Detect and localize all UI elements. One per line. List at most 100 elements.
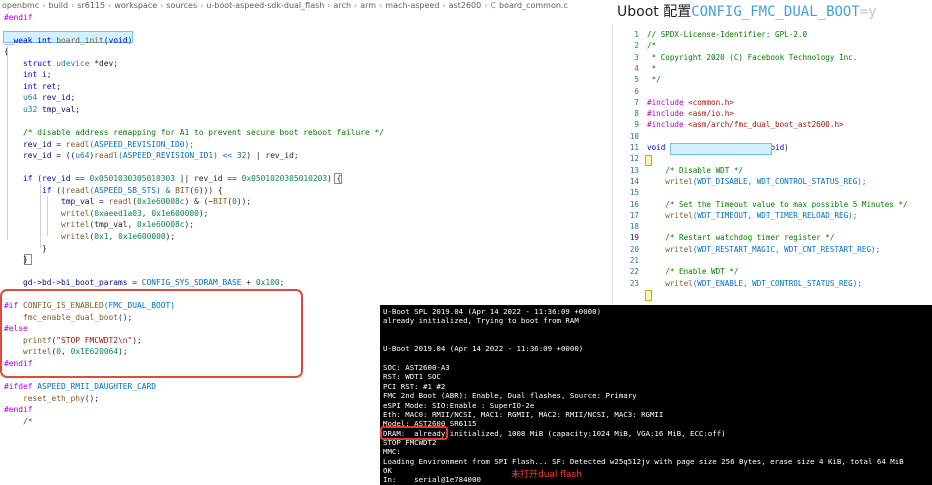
bracket-match-marker: [645, 155, 652, 166]
console-line: Eth: MAC0: RMII/NCSI, MAC1: RGMII, MAC2:…: [383, 409, 664, 419]
code-line: * Copyright 2020 (C) Facebook Technology…: [647, 52, 858, 63]
code-token: 0x1: [94, 231, 109, 241]
console-line: U-Boot 2019.04 (Apr 14 2022 - 11:36:09 +…: [383, 344, 584, 354]
code-token: void: [647, 143, 670, 152]
console-line: already initialized, Trying to boot from…: [383, 316, 579, 326]
code-token: if: [4, 174, 38, 184]
code-token: ;: [279, 278, 285, 288]
code-token: || rev_id ==: [175, 174, 242, 184]
breadcrumb-item[interactable]: ast2600: [449, 1, 482, 10]
line-number: 5: [634, 75, 639, 85]
code-token: udevice: [56, 58, 95, 68]
code-line: /* Restart watchdog timer register */: [647, 232, 834, 243]
code-line: writel(tmp_val, 0x1e60008c);: [4, 219, 194, 231]
breadcrumb-separator-icon: ›: [71, 1, 75, 10]
code-token: ();: [84, 393, 100, 403]
red-annotation-box: [0, 289, 303, 378]
code-token: /* disable address remapping for A1 to p…: [4, 128, 385, 137]
breadcrumb-item[interactable]: build: [48, 1, 68, 10]
code-token: ) | rev_id;: [246, 151, 299, 161]
code-token: #endif: [4, 405, 33, 415]
breadcrumb-item[interactable]: openbmc: [2, 1, 39, 10]
code-token: 0x1e600000: [151, 208, 199, 218]
title-config-name: CONFIG_FMC_DUAL_BOOT: [691, 4, 860, 20]
code-line: rev_id = readl(ASPEED_REVISION_ID0);: [4, 139, 194, 151]
code-token: #include: [647, 120, 689, 130]
code-token: ): [784, 143, 789, 152]
code-token: readl: [94, 151, 119, 161]
breadcrumb-item[interactable]: mach-aspeed: [385, 1, 439, 10]
code-line: /* Enable WDT */: [647, 266, 738, 277]
breadcrumb-separator-icon: ›: [442, 1, 446, 10]
code-token: /* Set the Timeout value to max possible…: [647, 199, 908, 209]
code-line: *: [647, 63, 657, 74]
breadcrumb-separator-icon: ›: [42, 1, 46, 10]
breadcrumb-separator-icon: ›: [160, 1, 164, 10]
code-token: (tmp_val,: [89, 220, 138, 230]
code-token: if: [4, 185, 57, 195]
breadcrumb-item[interactable]: sr6115: [77, 1, 105, 10]
line-number: 16: [629, 199, 639, 209]
code-token: 0xaeed1a03: [94, 208, 142, 218]
code-token: writel: [647, 244, 693, 254]
breadcrumb-item[interactable]: arm: [360, 1, 376, 10]
line-number: 10: [629, 131, 639, 141]
code-token: (ASPEED_REVISION_ID1) <<: [118, 151, 237, 161]
breadcrumb-separator-icon: ›: [327, 1, 331, 10]
code-line: /* Set the Timeout value to max possible…: [647, 199, 908, 210]
code-token: tmp_val;: [42, 104, 81, 114]
console-line: Loading Environment from SPI Flash... SF…: [383, 456, 904, 466]
line-number: 23: [629, 278, 639, 288]
line-number: 18: [629, 222, 639, 232]
selection-highlight: [670, 143, 772, 155]
code-line: if ((readl(ASPEED_SB_STS) & BIT(6))) {: [4, 185, 223, 197]
console-line: SOC: AST2600-A3: [383, 363, 450, 373]
code-line: #include <asm/arch/fmc_dual_boot_ast2600…: [647, 119, 844, 130]
code-token: int: [4, 70, 43, 80]
breadcrumb-item[interactable]: u-boot-aspeed-sdk-dual_flash: [206, 1, 324, 10]
title-prefix: Uboot 配置: [617, 4, 692, 20]
code-line: }: [4, 254, 28, 266]
line-number: 4: [634, 63, 639, 73]
breadcrumb-item[interactable]: sources: [166, 1, 197, 10]
code-line: */: [647, 74, 661, 85]
title-config-value: =y: [859, 4, 877, 20]
console-line: U-Boot SPL 2019.04 (Apr 14 2022 - 11:36:…: [383, 307, 602, 316]
code-token: i;: [42, 70, 52, 80]
code-token: 0x0501030305010303: [89, 174, 176, 184]
console-line: RST: WDT1 SOC: [383, 372, 441, 382]
c-file-icon: C: [490, 1, 496, 10]
code-token: (WDT_DISABLE, WDT_CONTROL_STATUS_REG);: [692, 176, 867, 186]
code-token: ,: [108, 231, 119, 241]
code-token: u32: [4, 104, 43, 114]
breadcrumb-separator-icon: ›: [379, 1, 383, 10]
breadcrumb-separator-icon: ›: [484, 1, 488, 10]
code-line: tmp_val = readl(0x1e60008c) & (~BIT(0));: [4, 196, 251, 208]
console-line: eSPI Mode: SIO:Enable : SuperIO-2e: [383, 400, 535, 410]
console-annotation-note: 未打开dual flash: [511, 470, 582, 480]
breadcrumb-item[interactable]: board_common.c: [499, 1, 568, 10]
code-token: BIT: [213, 197, 228, 207]
code-token: void: [108, 35, 128, 45]
line-number: 11: [629, 143, 639, 152]
code-line: struct udevice *dev;: [4, 58, 118, 70]
code-line: #ifdef ASPEED_RMII_DAUGHTER_CARD: [4, 381, 156, 393]
breadcrumb-separator-icon: ›: [354, 1, 358, 10]
console-line: PCI RST: #1 #2: [383, 381, 446, 391]
code-token: );: [184, 220, 195, 230]
code-token: u64: [75, 151, 90, 161]
code-line: reset_eth_phy();: [4, 393, 99, 405]
code-token: /* Restart watchdog timer register */: [647, 233, 835, 243]
breadcrumb-item[interactable]: workspace: [114, 1, 157, 10]
code-token: ASPEED_RMII_DAUGHTER_CARD: [37, 382, 157, 392]
line-number: 22: [629, 267, 639, 277]
breadcrumb-item[interactable]: arch: [334, 1, 351, 10]
code-token: /*: [647, 41, 657, 51]
bracket-match-marker: [645, 290, 652, 301]
code-token: int: [37, 35, 57, 45]
code-token: ) & (~: [184, 197, 214, 207]
code-line: // SPDX-License-Identifier: GPL-2.0: [647, 29, 807, 40]
code-token: <asm/io.h>: [688, 109, 734, 119]
line-number: 15: [629, 188, 639, 198]
code-token: #ifdef: [4, 382, 38, 392]
